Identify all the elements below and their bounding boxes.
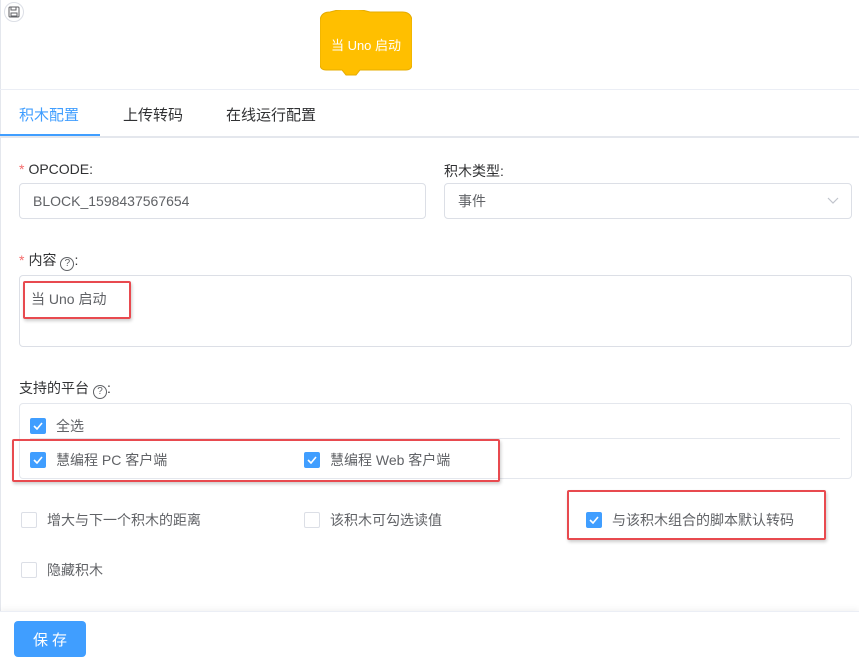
footer-bar: 保存	[0, 611, 859, 661]
platform-pc-checkbox[interactable]: 慧编程 PC 客户端	[30, 450, 167, 470]
checkbox-checked-icon	[30, 418, 46, 434]
opcode-input[interactable]: BLOCK_1598437567654	[19, 183, 426, 219]
checkbox-checked-icon	[586, 512, 602, 528]
tab-upload-transcode[interactable]: 上传转码	[123, 104, 183, 125]
default-transcode-checkbox[interactable]: 与该积木组合的脚本默认转码	[586, 510, 794, 530]
opcode-label: * OPCODE:	[19, 161, 94, 177]
content-textarea[interactable]: 当 Uno 启动	[19, 275, 852, 347]
help-icon[interactable]: ?	[93, 385, 107, 399]
checkbox-checked-icon	[304, 452, 320, 468]
required-asterisk: *	[19, 161, 25, 177]
content-value: 当 Uno 启动	[31, 291, 107, 307]
required-asterisk: *	[19, 252, 25, 268]
increase-spacing-checkbox[interactable]: 增大与下一个积木的距离	[21, 510, 201, 530]
content-label: * 内容?:	[19, 252, 79, 271]
tab-block-config[interactable]: 积木配置	[19, 104, 79, 125]
checkbox-checked-icon	[30, 452, 46, 468]
block-preview-label: 当 Uno 启动	[330, 38, 402, 53]
block-type-label: 积木类型:	[444, 163, 504, 179]
platforms-label: 支持的平台?:	[19, 380, 111, 399]
hide-block-checkbox[interactable]: 隐藏积木	[21, 560, 103, 580]
block-type-value: 事件	[458, 193, 486, 209]
save-icon[interactable]	[4, 2, 24, 22]
select-all-checkbox[interactable]: 全选	[30, 416, 84, 436]
readable-value-checkbox[interactable]: 该积木可勾选读值	[304, 510, 442, 530]
opcode-value: BLOCK_1598437567654	[33, 193, 190, 209]
help-icon[interactable]: ?	[60, 257, 75, 271]
tab-online-run-config[interactable]: 在线运行配置	[226, 104, 316, 125]
block-preview: 当 Uno 启动	[320, 10, 412, 76]
tab-bar: 积木配置 上传转码 在线运行配置	[0, 90, 859, 138]
platform-web-checkbox[interactable]: 慧编程 Web 客户端	[304, 450, 450, 470]
block-type-select[interactable]: 事件	[444, 183, 852, 219]
save-button[interactable]: 保存	[14, 621, 86, 657]
tab-active-indicator	[0, 134, 100, 136]
platforms-divider	[30, 438, 840, 439]
chevron-down-icon	[827, 197, 839, 204]
